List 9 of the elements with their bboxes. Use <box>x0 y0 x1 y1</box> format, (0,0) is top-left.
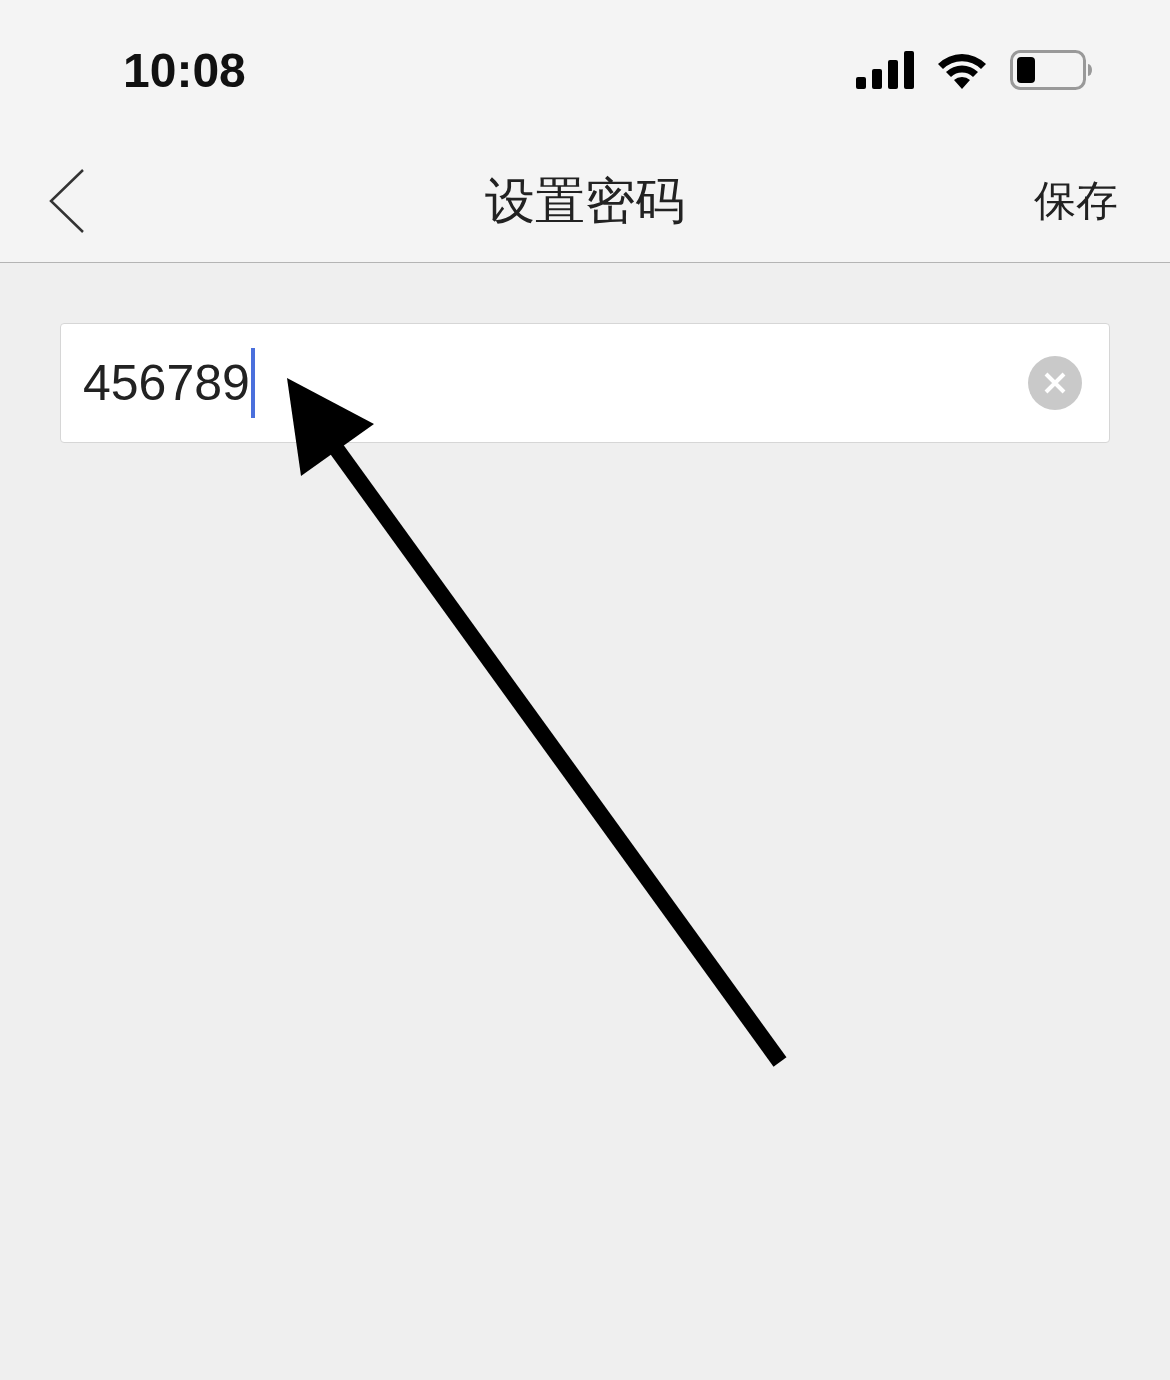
status-time: 10:08 <box>123 42 246 98</box>
wifi-icon <box>936 51 988 89</box>
close-icon <box>1044 372 1066 394</box>
page-title: 设置密码 <box>485 172 685 229</box>
back-icon[interactable] <box>48 168 86 234</box>
password-field[interactable]: 456789 <box>60 323 1110 443</box>
save-button[interactable]: 保存 <box>1034 173 1118 229</box>
signal-icon <box>856 51 914 89</box>
battery-icon <box>1010 50 1092 90</box>
